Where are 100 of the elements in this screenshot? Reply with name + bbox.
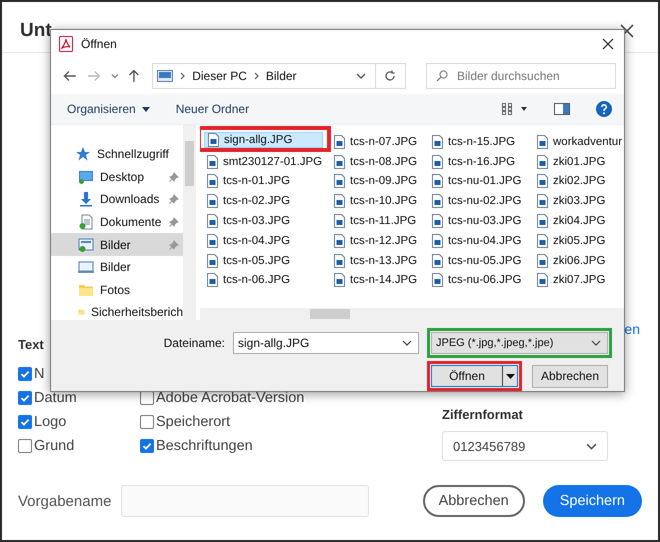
section-title: Text <box>18 337 44 352</box>
chevron-down-icon <box>402 340 412 346</box>
file-item[interactable]: tcs-n-16.JPG <box>429 152 534 172</box>
nav-item[interactable]: Sicherheitsberich <box>51 301 183 320</box>
link[interactable]: en <box>624 321 640 337</box>
chevron-right-icon <box>180 72 186 80</box>
search-icon <box>436 70 448 82</box>
file-item[interactable]: tcs-n-11.JPG <box>331 211 429 231</box>
image-file-icon <box>537 194 548 208</box>
monitor-icon <box>78 259 94 276</box>
file-item[interactable]: tcs-nu-05.JPG <box>429 250 534 271</box>
file-item[interactable]: smt230127-01.JPG <box>204 152 331 172</box>
image-file-icon <box>334 154 345 169</box>
file-item[interactable]: tcs-n-07.JPG <box>331 132 429 152</box>
file-item[interactable]: zki07.JPG <box>534 270 624 290</box>
address-bar[interactable]: Dieser PC Bilder <box>152 63 406 89</box>
file-item[interactable]: tcs-nu-06.JPG <box>429 270 534 290</box>
breadcrumb-item[interactable]: Dieser PC <box>192 69 247 83</box>
digit-format-dropdown[interactable]: 0123456789 <box>442 431 608 461</box>
checkbox[interactable]: Speicherort <box>140 410 230 434</box>
image-file-icon <box>537 154 548 169</box>
file-item[interactable]: zki04.JPG <box>534 211 624 231</box>
pdf-icon <box>59 36 73 52</box>
image-file-icon <box>432 194 443 208</box>
chevron-right-icon <box>254 72 259 80</box>
checkbox[interactable]: Grund <box>18 434 74 458</box>
refresh-icon[interactable] <box>384 70 396 82</box>
chevron-down-icon[interactable] <box>110 73 118 79</box>
file-item[interactable]: tcs-nu-04.JPG <box>429 230 534 251</box>
nav-item[interactable]: Desktop <box>51 166 183 188</box>
cancel-button[interactable]: Abbrechen <box>422 485 525 517</box>
file-item[interactable]: tcs-n-14.JPG <box>331 270 429 290</box>
nav-item[interactable]: Dokumente <box>51 210 183 234</box>
chevron-down-icon <box>591 340 601 346</box>
caret-icon <box>142 106 150 112</box>
save-button[interactable]: Speichern <box>542 485 642 517</box>
dialog-title: Öffnen <box>81 37 117 51</box>
image-file-icon <box>207 214 218 228</box>
file-type-dropdown[interactable]: JPEG (*.jpg,*.jpeg,*.jpe) <box>431 332 608 354</box>
file-item[interactable]: tcs-n-05.JPG <box>204 250 331 271</box>
view-options-icon[interactable] <box>502 103 528 115</box>
up-arrow-icon[interactable] <box>128 69 140 83</box>
checkbox[interactable]: Logo <box>18 410 66 434</box>
file-item[interactable]: tcs-n-12.JPG <box>331 230 429 251</box>
file-item[interactable]: tcs-n-08.JPG <box>331 152 429 172</box>
cancel-button[interactable]: Abbrechen <box>532 364 608 388</box>
file-item[interactable]: tcs-n-02.JPG <box>204 191 331 212</box>
file-item[interactable]: zki02.JPG <box>534 172 624 192</box>
nav-item[interactable]: Downloads <box>51 188 183 211</box>
file-item[interactable]: zki03.JPG <box>534 191 624 212</box>
checkbox[interactable]: Beschriftungen <box>140 434 253 458</box>
nav-item[interactable]: Bilder <box>51 233 183 256</box>
file-item[interactable]: workadventur <box>534 132 624 152</box>
image-file-icon <box>537 174 548 188</box>
scrollbar[interactable] <box>183 125 196 320</box>
image-file-icon <box>207 254 218 268</box>
file-item[interactable]: tcs-n-10.JPG <box>331 191 429 212</box>
check-icon <box>19 368 31 380</box>
breadcrumb-item[interactable]: Bilder <box>266 69 297 83</box>
file-item[interactable]: tcs-n-15.JPG <box>429 132 534 152</box>
checkbox[interactable]: N <box>18 362 44 386</box>
pin-icon[interactable] <box>169 194 179 204</box>
file-item[interactable]: zki06.JPG <box>534 250 624 271</box>
file-item[interactable]: zki05.JPG <box>534 230 624 251</box>
document-icon <box>78 214 94 230</box>
preset-name-field[interactable] <box>121 485 369 517</box>
scrollbar[interactable] <box>200 308 624 320</box>
check-icon <box>19 392 31 404</box>
chevron-down-icon[interactable] <box>356 73 366 79</box>
file-item[interactable]: tcs-n-04.JPG <box>204 230 331 251</box>
pin-icon[interactable] <box>169 172 179 182</box>
organize-menu[interactable]: Organisieren <box>67 102 150 116</box>
back-arrow-icon[interactable] <box>63 70 77 82</box>
checkbox[interactable]: Datum <box>18 386 77 410</box>
pin-icon[interactable] <box>169 217 179 228</box>
file-item[interactable]: sign-allg.JPG <box>204 132 323 148</box>
image-file-icon <box>537 214 548 228</box>
file-item[interactable]: tcs-n-01.JPG <box>204 172 331 192</box>
file-item[interactable]: tcs-n-06.JPG <box>204 270 331 290</box>
nav-item[interactable]: Schnellzugriff <box>51 143 183 166</box>
dropdown-arrow-icon[interactable] <box>506 374 514 378</box>
file-item[interactable]: tcs-n-13.JPG <box>331 250 429 271</box>
panel-title: Unt <box>20 20 52 42</box>
file-item[interactable]: tcs-nu-03.JPG <box>429 211 534 231</box>
help-icon[interactable] <box>596 101 612 117</box>
image-file-icon <box>334 134 345 149</box>
nav-item[interactable]: Fotos <box>51 278 183 302</box>
file-item[interactable]: tcs-nu-01.JPG <box>429 172 534 192</box>
image-file-icon <box>207 234 218 248</box>
file-item[interactable]: tcs-n-09.JPG <box>331 172 429 192</box>
nav-item[interactable]: Bilder <box>51 256 183 279</box>
file-item[interactable]: zki01.JPG <box>534 152 624 172</box>
filename-field[interactable]: sign-allg.JPG <box>233 332 419 354</box>
file-item[interactable]: tcs-nu-02.JPG <box>429 191 534 212</box>
preview-pane-icon[interactable] <box>554 103 570 115</box>
close-icon[interactable] <box>602 38 614 50</box>
new-folder-button[interactable]: Neuer Ordner <box>176 102 250 116</box>
search-field[interactable]: Bilder durchsuchen <box>426 63 616 89</box>
file-item[interactable]: tcs-n-03.JPG <box>204 211 331 231</box>
pictures-icon <box>78 236 94 253</box>
